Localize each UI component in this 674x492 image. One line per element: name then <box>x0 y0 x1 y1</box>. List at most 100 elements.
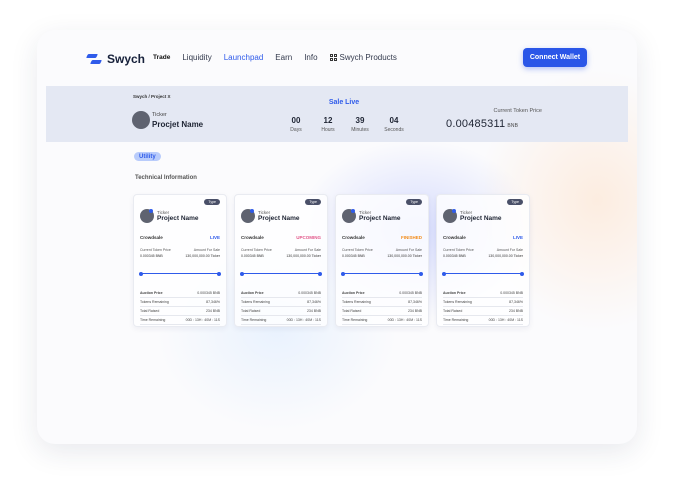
info-key: Time Remaining <box>342 318 368 322</box>
info-key: Total Raised <box>342 309 362 313</box>
nav-item-info[interactable]: Info <box>304 53 317 62</box>
info-key: Tokens Remaining <box>342 300 371 304</box>
price-label: Current Token Price <box>140 248 171 252</box>
slider-start-handle[interactable] <box>341 271 345 276</box>
slider-start-handle[interactable] <box>139 271 143 276</box>
info-value: 0.000345 BNB <box>197 291 220 295</box>
amount-label: Amount For Sale <box>294 248 321 252</box>
card-info-row: Total Raised 234 BNB <box>443 309 523 316</box>
card-info-row: Total Raised 234 BNB <box>241 309 321 316</box>
card-price-header: Current Token Price Amount For Sale <box>443 248 523 252</box>
current-price-value: 0.00485311 <box>446 118 506 130</box>
info-value: 00D : 13H : 40M : 11S <box>387 318 422 322</box>
progress-slider[interactable] <box>240 271 322 276</box>
project-avatar <box>241 209 255 223</box>
nav-item-earn[interactable]: Earn <box>275 53 292 62</box>
project-card[interactable]: Type Ticker Project Name Crowdsale LIVE Curre… <box>436 194 530 327</box>
price-label: Current Token Price <box>342 248 373 252</box>
info-key: Tokens Remaining <box>241 300 270 304</box>
amount-label: Amount For Sale <box>193 248 220 252</box>
breadcrumb[interactable]: Swych / Project X <box>133 94 171 99</box>
countdown-label: Minutes <box>351 127 369 133</box>
countdown-value: 04 <box>389 116 399 125</box>
project-card[interactable]: Type Ticker Project Name Crowdsale LIVE Curre… <box>133 194 227 327</box>
utility-tab[interactable]: Utility <box>134 152 161 161</box>
price-label: Current Token Price <box>241 248 272 252</box>
logo-text: Swych <box>107 52 146 66</box>
info-key: Time Remaining <box>241 318 267 322</box>
nav-item-trade[interactable]: Trade <box>153 54 170 61</box>
project-card[interactable]: Type Ticker Project Name Crowdsale FINISHED C… <box>335 194 429 327</box>
countdown-seconds: 04 Seconds <box>379 116 409 133</box>
info-value: 00D : 13H : 40M : 11S <box>488 318 523 322</box>
card-crowdsale-label: Crowdsale <box>241 235 264 240</box>
type-badge: Type <box>305 199 321 205</box>
progress-slider[interactable] <box>139 271 221 276</box>
card-crowdsale-label: Crowdsale <box>443 235 466 240</box>
card-price-header: Current Token Price Amount For Sale <box>241 248 321 252</box>
amount-value: 130,000,000.00 Ticker <box>286 254 321 258</box>
slider-end-handle[interactable] <box>419 271 423 276</box>
slider-start-handle[interactable] <box>442 271 446 276</box>
info-key: Time Remaining <box>140 318 166 322</box>
type-badge: Type <box>507 199 523 205</box>
info-value: 234 BNB <box>508 309 523 313</box>
card-info-row: Time Remaining 00D : 13H : 40M : 11S <box>140 318 220 325</box>
slider-end-handle[interactable] <box>217 271 221 276</box>
amount-value: 130,000,000.00 Ticker <box>488 254 523 258</box>
price-value: 0.000345 BNB <box>443 254 466 258</box>
swych-logo-icon <box>87 53 101 65</box>
connect-wallet-button[interactable]: Connect Wallet <box>523 48 587 67</box>
slider-end-handle[interactable] <box>520 271 524 276</box>
current-price: 0.00485311 BNB <box>446 118 518 130</box>
countdown-value: 00 <box>291 116 301 125</box>
info-value: 00D : 13H : 40M : 11S <box>185 318 220 322</box>
card-info-row: Total Raised 234 BNB <box>140 309 220 316</box>
slider-end-handle[interactable] <box>318 271 322 276</box>
nav-item-label: Swych Products <box>339 53 397 62</box>
progress-slider[interactable] <box>341 271 423 276</box>
nav-item-liquidity[interactable]: Liquidity <box>182 53 211 62</box>
sale-banner: Swych / Project X Ticker Procjet Name Sa… <box>46 86 628 142</box>
price-value: 0.000345 BNB <box>342 254 365 258</box>
card-price-values: 0.000345 BNB 130,000,000.00 Ticker <box>342 254 422 258</box>
countdown-minutes: 39 Minutes <box>345 116 375 133</box>
top-nav: Swych Trade Liquidity Launchpad Earn Info Sw… <box>37 48 637 72</box>
info-value: 87,346% <box>408 300 422 304</box>
type-badge: Type <box>204 199 220 205</box>
card-info-row: Auction Price 0.000345 BNB <box>140 291 220 298</box>
card-crowdsale-label: Crowdsale <box>342 235 365 240</box>
card-price-values: 0.000345 BNB 130,000,000.00 Ticker <box>241 254 321 258</box>
nav-item-swych-products[interactable]: Swych Products <box>329 53 397 62</box>
card-info-row: Tokens Remaining 87,346% <box>342 300 422 307</box>
card-project-name: Project Name <box>460 215 502 222</box>
sale-status: Sale Live <box>328 99 360 106</box>
card-status: LIVE <box>512 235 523 240</box>
card-info-row: Auction Price 0.000345 BNB <box>443 291 523 298</box>
info-value: 234 BNB <box>306 309 321 313</box>
nav-item-launchpad[interactable]: Launchpad <box>224 53 264 62</box>
info-value: 234 BNB <box>205 309 220 313</box>
project-avatar <box>443 209 457 223</box>
slider-start-handle[interactable] <box>240 271 244 276</box>
progress-slider[interactable] <box>442 271 524 276</box>
info-key: Auction Price <box>140 291 163 295</box>
countdown-days: 00 Days <box>281 116 311 133</box>
project-card[interactable]: Type Ticker Project Name Crowdsale UPCOMING C… <box>234 194 328 327</box>
app-window: Swych Trade Liquidity Launchpad Earn Info Sw… <box>37 30 637 444</box>
info-key: Total Raised <box>443 309 463 313</box>
card-info-row: Tokens Remaining 87,346% <box>443 300 523 307</box>
card-price-values: 0.000345 BNB 130,000,000.00 Ticker <box>140 254 220 258</box>
nav-menu: Trade Liquidity Launchpad Earn Info Swych Pr… <box>153 53 409 62</box>
card-info-row: Auction Price 0.000345 BNB <box>342 291 422 298</box>
technical-information-heading: Technical Information <box>135 175 197 181</box>
countdown-value: 39 <box>355 116 365 125</box>
project-ticker: Ticker <box>152 112 167 118</box>
info-key: Time Remaining <box>443 318 469 322</box>
logo[interactable]: Swych <box>87 52 145 66</box>
card-project-name: Project Name <box>359 215 401 222</box>
card-price-header: Current Token Price Amount For Sale <box>342 248 422 252</box>
card-info-row: Time Remaining 00D : 13H : 40M : 11S <box>342 318 422 325</box>
current-price-unit: BNB <box>507 123 519 129</box>
info-key: Total Raised <box>140 309 160 313</box>
